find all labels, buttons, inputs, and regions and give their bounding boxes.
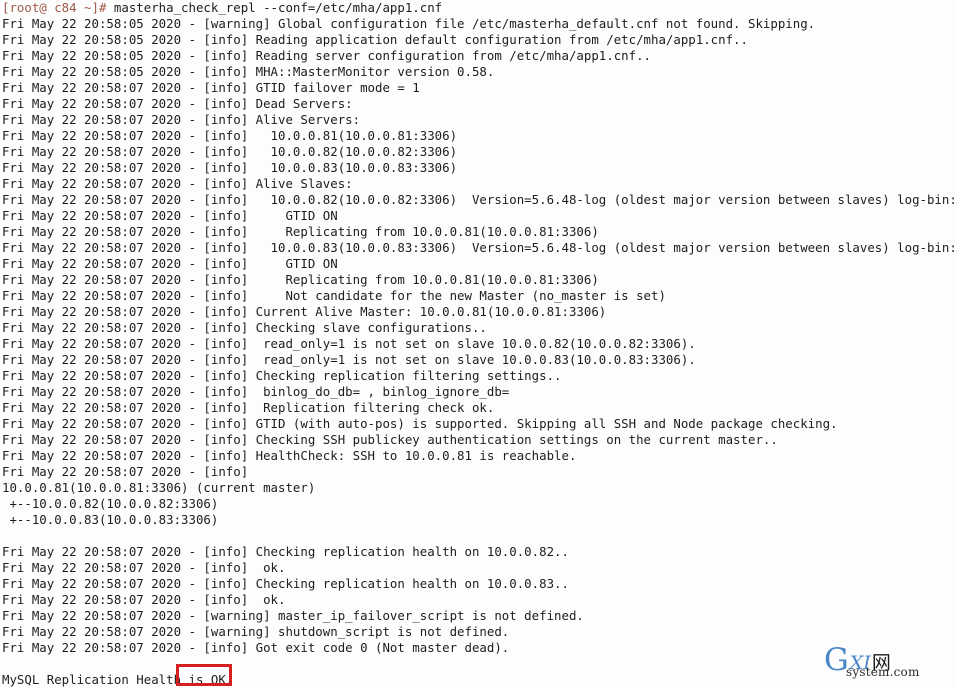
- terminal-log-line: +--10.0.0.82(10.0.0.82:3306): [2, 496, 219, 511]
- watermark-domain: system.com: [846, 665, 920, 679]
- terminal-log-line: Fri May 22 20:58:07 2020 - [info] 10.0.0…: [2, 240, 956, 255]
- terminal-log-line: Fri May 22 20:58:07 2020 - [info] Checki…: [2, 368, 562, 383]
- terminal-log-line: [0, 656, 956, 672]
- terminal-log-line: Fri May 22 20:58:07 2020 - [info] read_o…: [2, 336, 696, 351]
- terminal-log-line: Fri May 22 20:58:07 2020 - [info] Replic…: [2, 400, 495, 415]
- terminal-log-line: Fri May 22 20:58:05 2020 - [warning] Glo…: [2, 16, 816, 31]
- shell-prompt-user-host: [root@ c84 ~]#: [2, 0, 107, 15]
- terminal-log-line: Fri May 22 20:58:07 2020 - [info] ok.: [2, 592, 286, 607]
- terminal-log-line: Fri May 22 20:58:07 2020 - [info] Not ca…: [2, 288, 666, 303]
- terminal-log-line: Fri May 22 20:58:07 2020 - [info]: [2, 464, 249, 479]
- terminal-log-line: Fri May 22 20:58:07 2020 - [info] binlog…: [2, 384, 510, 399]
- terminal-log-line: Fri May 22 20:58:07 2020 - [info] Checki…: [2, 576, 569, 591]
- terminal-log-line: Fri May 22 20:58:07 2020 - [info] Checki…: [2, 432, 778, 447]
- terminal-log-line: Fri May 22 20:58:07 2020 - [info] 10.0.0…: [2, 128, 458, 143]
- terminal-log-line: Fri May 22 20:58:05 2020 - [info] MHA::M…: [2, 64, 495, 79]
- terminal-log-line: Fri May 22 20:58:07 2020 - [warning] mas…: [2, 608, 584, 623]
- terminal-log-line: +--10.0.0.83(10.0.0.83:3306): [2, 512, 219, 527]
- terminal-log-line: Fri May 22 20:58:07 2020 - [info] 10.0.0…: [2, 192, 956, 207]
- shell-command-text: masterha_check_repl --conf=/etc/mha/app1…: [106, 0, 443, 15]
- terminal-log-line: Fri May 22 20:58:07 2020 - [info] GTID O…: [2, 208, 338, 223]
- terminal-log-line: Fri May 22 20:58:07 2020 - [info] Curren…: [2, 304, 607, 319]
- terminal-log-line: Fri May 22 20:58:07 2020 - [info] Alive …: [2, 112, 361, 127]
- terminal-log-line: Fri May 22 20:58:07 2020 - [info] Replic…: [2, 272, 599, 287]
- terminal-log-line: Fri May 22 20:58:07 2020 - [info] Checki…: [2, 544, 569, 559]
- shell-prompt-line: [root@ c84 ~]# masterha_check_repl --con…: [0, 0, 956, 16]
- terminal-log-line: [0, 528, 956, 544]
- terminal-log-line: Fri May 22 20:58:07 2020 - [info] Replic…: [2, 224, 599, 239]
- terminal-log-line: Fri May 22 20:58:07 2020 - [info] GTID O…: [2, 256, 338, 271]
- watermark: G XI 网 system.com: [824, 645, 950, 686]
- terminal-log-line: Fri May 22 20:58:07 2020 - [info] Alive …: [2, 176, 353, 191]
- terminal-log-line: Fri May 22 20:58:07 2020 - [warning] shu…: [2, 624, 510, 639]
- terminal-log-line: 10.0.0.81(10.0.0.81:3306) (current maste…: [2, 480, 316, 495]
- terminal-log-line: Fri May 22 20:58:07 2020 - [info] 10.0.0…: [2, 160, 458, 175]
- terminal-window[interactable]: [root@ c84 ~]# masterha_check_repl --con…: [0, 0, 956, 688]
- terminal-log-line: MySQL Replication Health is OK.: [2, 672, 234, 687]
- terminal-log-line: Fri May 22 20:58:07 2020 - [info] Health…: [2, 448, 577, 463]
- terminal-log-line: Fri May 22 20:58:07 2020 - [info] Checki…: [2, 320, 487, 335]
- terminal-log-line: Fri May 22 20:58:07 2020 - [info] GTID f…: [2, 80, 420, 95]
- terminal-log-line: Fri May 22 20:58:07 2020 - [info] GTID (…: [2, 416, 838, 431]
- terminal-log-line: Fri May 22 20:58:05 2020 - [info] Readin…: [2, 48, 652, 63]
- terminal-log-line: Fri May 22 20:58:07 2020 - [info] 10.0.0…: [2, 144, 458, 159]
- terminal-log-line: Fri May 22 20:58:07 2020 - [info] read_o…: [2, 352, 696, 367]
- terminal-log-output: Fri May 22 20:58:05 2020 - [warning] Glo…: [0, 16, 956, 688]
- terminal-log-line: Fri May 22 20:58:07 2020 - [info] ok.: [2, 560, 286, 575]
- terminal-log-line: Fri May 22 20:58:07 2020 - [info] Dead S…: [2, 96, 353, 111]
- terminal-log-line: Fri May 22 20:58:05 2020 - [info] Readin…: [2, 32, 748, 47]
- terminal-log-line: Fri May 22 20:58:07 2020 - [info] Got ex…: [2, 640, 510, 655]
